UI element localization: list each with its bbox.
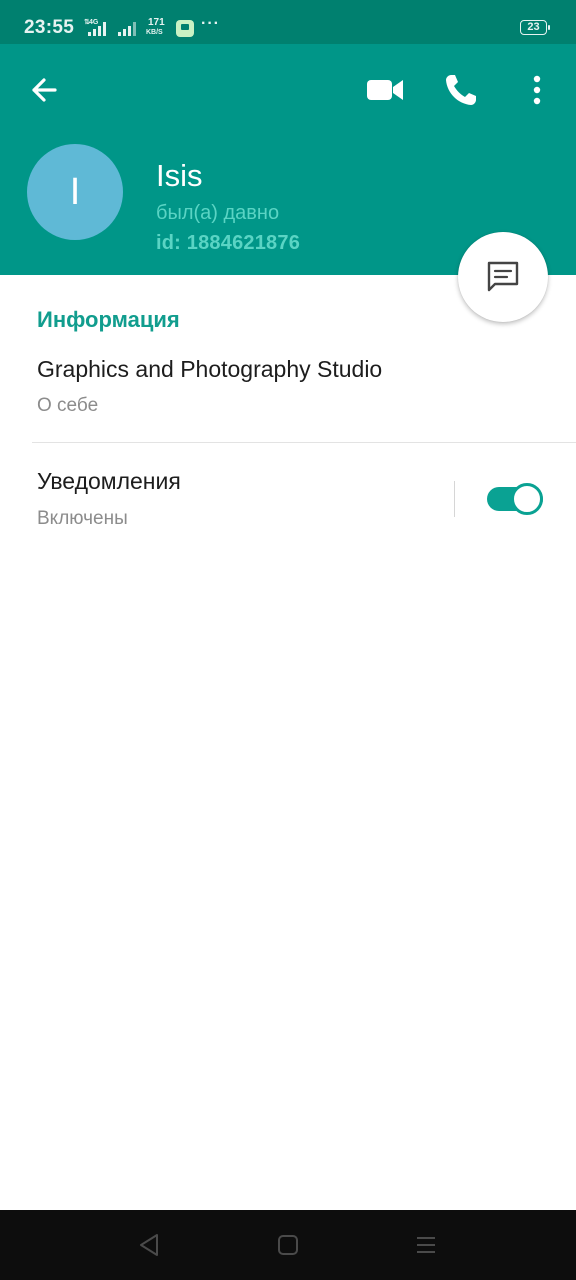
more-notifications-icon: ···	[201, 15, 220, 32]
contact-id: id: 1884621876	[156, 232, 301, 254]
vertical-divider	[454, 481, 455, 517]
toggle-knob	[511, 483, 543, 515]
notifications-status: Включены	[37, 508, 128, 529]
network-speed-value: 171	[148, 17, 165, 28]
phone-icon	[446, 75, 476, 105]
info-section-title: Информация	[37, 307, 180, 332]
menu-lines-icon	[417, 1237, 435, 1253]
avatar[interactable]: I	[27, 144, 123, 240]
nav-home-button[interactable]	[273, 1230, 303, 1260]
battery-icon: 23	[520, 20, 550, 35]
more-options-button[interactable]	[513, 66, 561, 114]
contact-name: Isis	[156, 158, 203, 193]
bio-label: О себе	[37, 395, 99, 416]
more-vertical-icon	[533, 75, 541, 105]
battery-level: 23	[527, 21, 540, 33]
send-message-button[interactable]	[458, 232, 548, 322]
nav-recents-button[interactable]	[411, 1230, 441, 1260]
voice-call-button[interactable]	[437, 66, 485, 114]
square-home-icon	[278, 1235, 298, 1255]
video-call-button[interactable]	[361, 66, 409, 114]
triangle-back-icon	[140, 1234, 158, 1256]
back-button[interactable]	[20, 66, 68, 114]
signal-bars-icon	[118, 22, 136, 36]
notifications-row[interactable]: Уведомления Включены	[0, 443, 576, 553]
svg-text:4G: 4G	[89, 19, 99, 26]
bio-text[interactable]: Graphics and Photography Studio	[37, 356, 382, 383]
system-nav-bar	[0, 1210, 576, 1280]
message-notification-icon	[176, 20, 194, 37]
status-time: 23:55	[24, 17, 75, 38]
last-seen-status: был(а) давно	[156, 202, 280, 224]
status-bar: 23:55 ⇅ 4G 171 KB/S ··· 23	[0, 0, 576, 44]
signal-4g-icon: ⇅ 4G	[84, 18, 106, 36]
notifications-title: Уведомления	[37, 468, 181, 494]
notifications-toggle[interactable]	[487, 483, 543, 515]
message-icon	[487, 261, 519, 292]
arrow-left-icon	[32, 78, 57, 102]
video-camera-icon	[367, 80, 403, 100]
network-speed-unit: KB/S	[146, 29, 163, 36]
nav-back-button[interactable]	[135, 1230, 165, 1260]
